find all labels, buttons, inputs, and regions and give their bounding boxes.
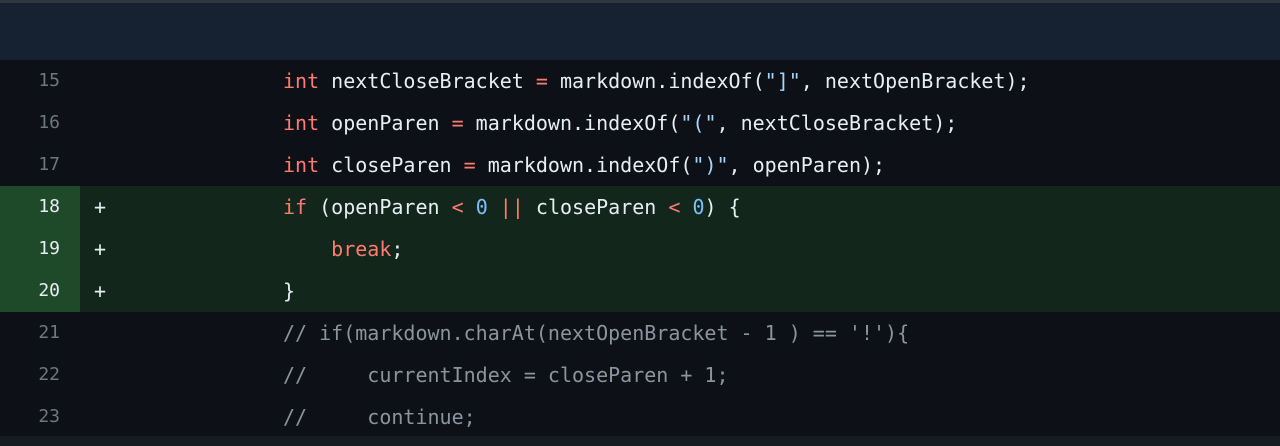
diff-line-added: 20 + } bbox=[0, 270, 1280, 312]
line-number[interactable]: 20 bbox=[0, 270, 80, 312]
code-line: int closeParen = markdown.indexOf(")", o… bbox=[283, 153, 886, 177]
hunk-header[interactable] bbox=[0, 3, 1280, 60]
diff-marker: + bbox=[93, 237, 107, 261]
diff-marker: + bbox=[93, 279, 107, 303]
diff-line: 22 // currentIndex = closeParen + 1; bbox=[0, 354, 1280, 396]
code-line: // continue; bbox=[283, 405, 476, 429]
diff-view: 15 int nextCloseBracket = markdown.index… bbox=[0, 0, 1280, 446]
diff-line: 23 // continue; bbox=[0, 396, 1280, 438]
code-line: int openParen = markdown.indexOf("(", ne… bbox=[283, 111, 958, 135]
diff-line: 17 int closeParen = markdown.indexOf(")"… bbox=[0, 144, 1280, 186]
code-line: } bbox=[283, 279, 296, 303]
code-line: int nextCloseBracket = markdown.indexOf(… bbox=[283, 69, 1030, 93]
diff-line-added: 19 + break; bbox=[0, 228, 1280, 270]
line-number[interactable]: 17 bbox=[0, 144, 80, 186]
diff-line: 15 int nextCloseBracket = markdown.index… bbox=[0, 60, 1280, 102]
line-number[interactable]: 15 bbox=[0, 60, 80, 102]
line-number[interactable]: 19 bbox=[0, 228, 80, 270]
line-number[interactable]: 18 bbox=[0, 186, 80, 228]
line-number[interactable]: 22 bbox=[0, 354, 80, 396]
line-number[interactable]: 23 bbox=[0, 396, 80, 438]
line-number[interactable]: 21 bbox=[0, 312, 80, 354]
bottom-border bbox=[0, 436, 1280, 446]
diff-line: 16 int openParen = markdown.indexOf("(",… bbox=[0, 102, 1280, 144]
diff-marker: + bbox=[93, 195, 107, 219]
diff-line-added: 18 + if (openParen < 0 || closeParen < 0… bbox=[0, 186, 1280, 228]
diff-line: 21 // if(markdown.charAt(nextOpenBracket… bbox=[0, 312, 1280, 354]
code-line: if (openParen < 0 || closeParen < 0) { bbox=[283, 195, 741, 219]
code-line: break; bbox=[331, 237, 404, 261]
code-line: // currentIndex = closeParen + 1; bbox=[283, 363, 729, 387]
code-line: // if(markdown.charAt(nextOpenBracket - … bbox=[283, 321, 910, 345]
line-number[interactable]: 16 bbox=[0, 102, 80, 144]
